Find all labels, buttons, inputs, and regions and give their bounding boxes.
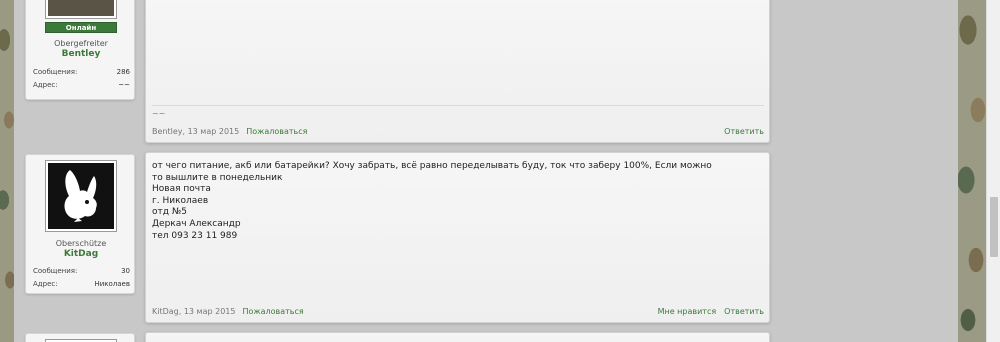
online-badge: Онлайн: [45, 22, 117, 33]
background-camo-right: [958, 0, 986, 342]
background-camo-left: [0, 0, 14, 342]
signature-text: ~~: [152, 109, 166, 118]
post-body-line: Деркач Александр: [152, 218, 241, 229]
post-author-date[interactable]: KitDag, 13 мар 2015: [152, 307, 235, 316]
reply-link[interactable]: Ответить: [724, 307, 764, 316]
post-message: [145, 332, 770, 342]
report-link[interactable]: Пожаловаться: [246, 127, 307, 136]
post-body-line: отд №5: [152, 207, 187, 218]
stat-address: Адрес: Николаев: [33, 280, 130, 288]
post-body-line: то вышлите в понедельник: [152, 172, 283, 183]
stat-messages: Сообщения: 30: [33, 267, 130, 275]
user-rank: Oberschütze: [55, 239, 107, 248]
like-link[interactable]: Мне нравится: [658, 307, 717, 316]
post-message: ~~ Bentley, 13 мар 2015 Пожаловаться Отв…: [145, 0, 770, 143]
post-body-line: Новая почта: [152, 184, 211, 195]
playboy-bunny-icon: [64, 170, 97, 222]
user-info-block: [25, 333, 135, 342]
post-footer: KitDag, 13 мар 2015 Пожаловаться Мне нра…: [152, 307, 764, 316]
user-rank: Obergefreiter: [54, 39, 108, 48]
user-info-block: Oberschütze KitDag Сообщения: 30 Адрес: …: [25, 154, 135, 294]
user-info-block: Онлайн Obergefreiter Bentley Сообщения: …: [25, 0, 135, 100]
post-body-line: г. Николаев: [152, 195, 209, 206]
username-link[interactable]: KitDag: [26, 249, 136, 259]
post-body-line: тел 093 23 11 989: [152, 230, 238, 241]
reply-link[interactable]: Ответить: [724, 127, 764, 136]
post-author-date[interactable]: Bentley, 13 мар 2015: [152, 127, 239, 136]
signature-divider: [152, 105, 764, 106]
scrollbar-thumb[interactable]: [990, 197, 998, 257]
username-link[interactable]: Bentley: [26, 49, 136, 59]
post-footer: Bentley, 13 мар 2015 Пожаловаться Ответи…: [152, 127, 764, 136]
post-body-line: от чего питание, акб или батарейки? Хочу…: [152, 161, 712, 171]
post-body: от чего питание, акб или батарейки? Хочу…: [152, 161, 764, 242]
stat-address: Адрес: ~~: [33, 81, 130, 89]
post-message: от чего питание, акб или батарейки? Хочу…: [145, 152, 770, 323]
avatar[interactable]: [45, 160, 117, 232]
avatar[interactable]: [45, 0, 117, 19]
stat-messages: Сообщения: 286: [33, 68, 130, 76]
vertical-scrollbar[interactable]: [986, 0, 1000, 342]
report-link[interactable]: Пожаловаться: [242, 307, 303, 316]
